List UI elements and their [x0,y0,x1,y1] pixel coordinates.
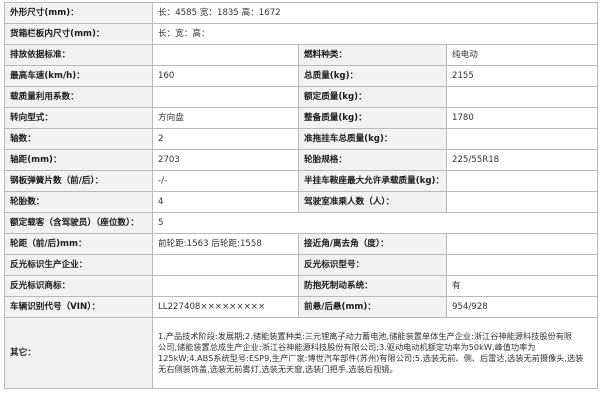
spec-value: 有 [446,275,598,297]
spec-value: 2 [152,128,299,150]
spec-row: 轴距(mm)： 2703 轮胎规格： 225/55R18 [4,149,598,171]
spec-value [446,128,598,150]
spec-value: 长：宽：高： [152,23,598,45]
spec-value: 160 [152,65,299,87]
spec-value [152,86,299,108]
spec-row: 反光标识生产企业： 反光标识型号： [4,254,598,276]
spec-row: 轴数： 2 准拖挂车总质量(kg)： [4,128,598,150]
other-label: 其它： [4,317,153,389]
spec-value: 5 [152,212,598,234]
other-note-line: 公司,储能装置总成生产企业:浙江谷神能源科技股份有限公司;3.驱动电动机额定功率… [158,342,536,352]
spec-value: 纯电动 [446,44,598,66]
spec-label: 轮胎数： [4,191,153,213]
spec-row: 外形尺寸(mm)： 长：4585 宽：1835 高：1672 [4,2,598,24]
spec-label: 轴数： [4,128,153,150]
spec-row: 轮距（前/后)mm： 前轮距:1563 后轮距:1558 接近角/离去角（度）： [4,233,598,255]
spec-label: 反光标识商标： [4,275,153,297]
spec-label: 半挂车鞍座最大允许承载质量(kg)： [298,170,447,192]
spec-label: 燃料种类： [298,44,447,66]
spec-label: 反光标识生产企业： [4,254,153,276]
spec-row: 载质量利用系数： 额定质量(kg)： [4,86,598,108]
other-notes: 1.产品技术阶段:发展期;2.储能装置种类:三元锂离子动力蓄电池,储能装置单体生… [152,317,598,389]
spec-label: 轮距（前/后)mm： [4,233,153,255]
spec-label: 防抱死制动系统： [298,275,447,297]
spec-value: 2703 [152,149,299,171]
spec-row: 额定载客（含驾驶员）（座位数）： 5 [4,212,598,234]
spec-value [446,254,598,276]
spec-value: 225/55R18 [446,149,598,171]
spec-label: 前悬/后悬(mm)： [298,296,447,318]
spec-label: 轮胎规格： [298,149,447,171]
spec-label: 最高车速(km/h)： [4,65,153,87]
spec-label: 总质量(kg)： [298,65,447,87]
spec-value [152,44,299,66]
spec-row: 反光标识商标： 防抱死制动系统：有 [4,275,598,297]
spec-row: 车辆识别代号（VIN）： LL227408××××××××× 前悬/后悬(mm)： 9… [4,296,598,318]
spec-label: 外形尺寸(mm)： [4,2,153,24]
spec-label: 整备质量(kg)： [298,107,447,129]
spec-label: 轴距(mm)： [4,149,153,171]
spec-value [152,254,299,276]
spec-row: 钢板弹簧片数（前/后）： -/- 半挂车鞍座最大允许承载质量(kg)： [4,170,598,192]
spec-value: 1780 [446,107,598,129]
spec-value: 4 [152,191,299,213]
spec-value [446,191,598,213]
spec-label: 接近角/离去角（度）： [298,233,447,255]
spec-row-other: 其它： 1.产品技术阶段:发展期;2.储能装置种类:三元锂离子动力蓄电池,储能装置… [4,317,598,389]
vehicle-spec-table: 外形尺寸(mm)： 长：4585 宽：1835 高：1672 货箱栏板内尺寸(mm)… [4,2,598,389]
spec-value [152,275,299,297]
spec-row: 货箱栏板内尺寸(mm)： 长：宽：高： [4,23,598,45]
spec-value: 前轮距:1563 后轮距:1558 [152,233,299,255]
spec-label: 钢板弹簧片数（前/后）： [4,170,153,192]
spec-value: 2155 [446,65,598,87]
other-note-line: 125kW;4.ABS系统型号:ESP9,生产厂家:博世汽车部件(苏州)有限公司… [158,353,584,363]
spec-value: LL227408××××××××× [152,296,299,318]
spec-label: 额定质量(kg)： [298,86,447,108]
spec-label: 载质量利用系数： [4,86,153,108]
spec-label: 准拖挂车总质量(kg)： [298,128,447,150]
other-note-line: 无右侧装饰盖,选装无前雾灯,选装无天窗,选装门把手,选装后视镜。 [158,364,398,374]
spec-value [446,86,598,108]
spec-value [446,170,598,192]
spec-value: 954/928 [446,296,598,318]
spec-label: 排放依据标准： [4,44,153,66]
spec-row: 排放依据标准： 燃料种类： 纯电动 [4,44,598,66]
spec-row: 转向型式： 方向盘 整备质量(kg)： 1780 [4,107,598,129]
spec-value [446,233,598,255]
spec-label: 驾驶室准乘人数（人）： [298,191,447,213]
other-note-line: 1.产品技术阶段:发展期;2.储能装置种类:三元锂离子动力蓄电池,储能装置单体生… [158,331,573,341]
spec-row: 轮胎数： 4 驾驶室准乘人数（人）： [4,191,598,213]
spec-row: 最高车速(km/h)： 160 总质量(kg)： 2155 [4,65,598,87]
spec-label: 转向型式： [4,107,153,129]
vehicle-spec-sheet: 外形尺寸(mm)： 长：4585 宽：1835 高：1672 货箱栏板内尺寸(mm)… [0,0,600,418]
spec-label: 额定载客（含驾驶员）（座位数）： [4,212,153,234]
spec-label: 车辆识别代号（VIN）： [4,296,153,318]
spec-value: 方向盘 [152,107,299,129]
spec-label: 反光标识型号： [298,254,447,276]
spec-value: 长：4585 宽：1835 高：1672 [152,2,598,24]
spec-value: -/- [152,170,299,192]
spec-table-body: 外形尺寸(mm)： 长：4585 宽：1835 高：1672 货箱栏板内尺寸(mm)… [4,2,598,389]
spec-label: 货箱栏板内尺寸(mm)： [4,23,153,45]
